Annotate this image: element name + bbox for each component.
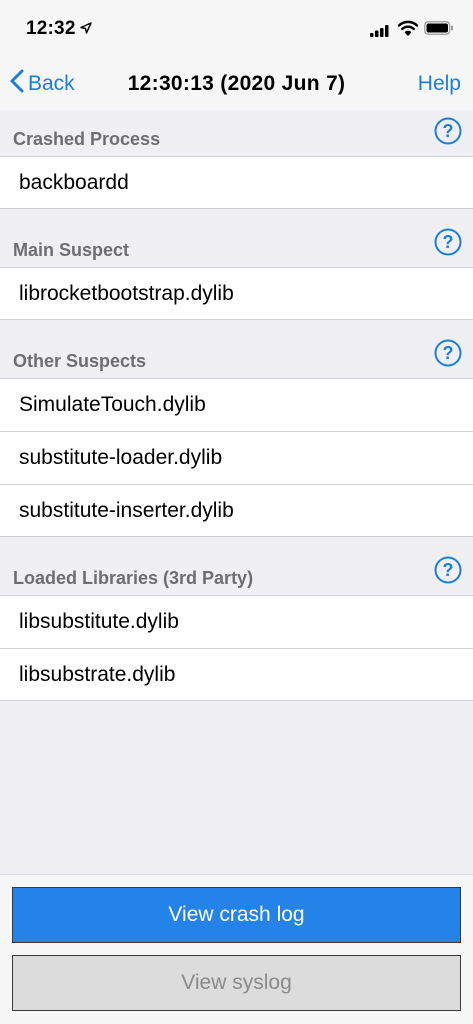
crash-detail-list: Crashed Process ? backboardd Main Suspec… <box>0 110 473 701</box>
list-item[interactable]: libsubstitute.dylib <box>0 595 473 648</box>
help-button[interactable]: Help <box>418 72 461 96</box>
wifi-icon <box>397 20 419 41</box>
svg-text:?: ? <box>443 121 454 141</box>
question-mark-icon[interactable]: ? <box>434 556 462 589</box>
view-crash-log-button[interactable]: View crash log <box>12 887 461 943</box>
list-item[interactable]: libsubstrate.dylib <box>0 648 473 701</box>
section-header-loaded-libraries: Loaded Libraries (3rd Party) ? <box>0 537 473 595</box>
section-group-main-suspect: librocketbootstrap.dylib <box>0 267 473 320</box>
svg-text:?: ? <box>443 232 454 252</box>
list-item[interactable]: substitute-loader.dylib <box>0 431 473 484</box>
view-syslog-button[interactable]: View syslog <box>12 955 461 1011</box>
status-bar: 12:32 <box>0 0 473 58</box>
list-item[interactable]: SimulateTouch.dylib <box>0 378 473 431</box>
list-item[interactable]: librocketbootstrap.dylib <box>0 267 473 320</box>
section-header-crashed-process: Crashed Process ? <box>0 110 473 156</box>
section-title: Main Suspect <box>13 240 130 260</box>
section-group-crashed-process: backboardd <box>0 156 473 209</box>
question-mark-icon[interactable]: ? <box>434 339 462 372</box>
question-mark-icon[interactable]: ? <box>434 228 462 261</box>
action-panel: View crash log View syslog <box>0 874 473 1024</box>
navigation-bar: Back 12:30:13 (2020 Jun 7) Help <box>0 58 473 110</box>
cellular-signal-icon <box>370 24 390 42</box>
list-item[interactable]: backboardd <box>0 156 473 209</box>
section-header-other-suspects: Other Suspects ? <box>0 320 473 378</box>
section-title: Crashed Process <box>13 129 161 149</box>
page-title: 12:30:13 (2020 Jun 7) <box>127 72 346 95</box>
section-group-other-suspects: SimulateTouch.dylib substitute-loader.dy… <box>0 378 473 537</box>
section-title: Loaded Libraries (3rd Party) <box>13 568 254 588</box>
svg-text:?: ? <box>443 560 454 580</box>
section-group-loaded-libraries: libsubstitute.dylib libsubstrate.dylib <box>0 595 473 701</box>
svg-text:?: ? <box>443 343 454 363</box>
list-item[interactable]: substitute-inserter.dylib <box>0 484 473 537</box>
section-title: Other Suspects <box>13 351 147 371</box>
location-arrow-icon <box>80 21 92 39</box>
question-mark-icon[interactable]: ? <box>434 117 462 150</box>
status-time: 12:32 <box>26 18 76 39</box>
section-header-main-suspect: Main Suspect ? <box>0 209 473 267</box>
battery-icon <box>424 21 454 40</box>
